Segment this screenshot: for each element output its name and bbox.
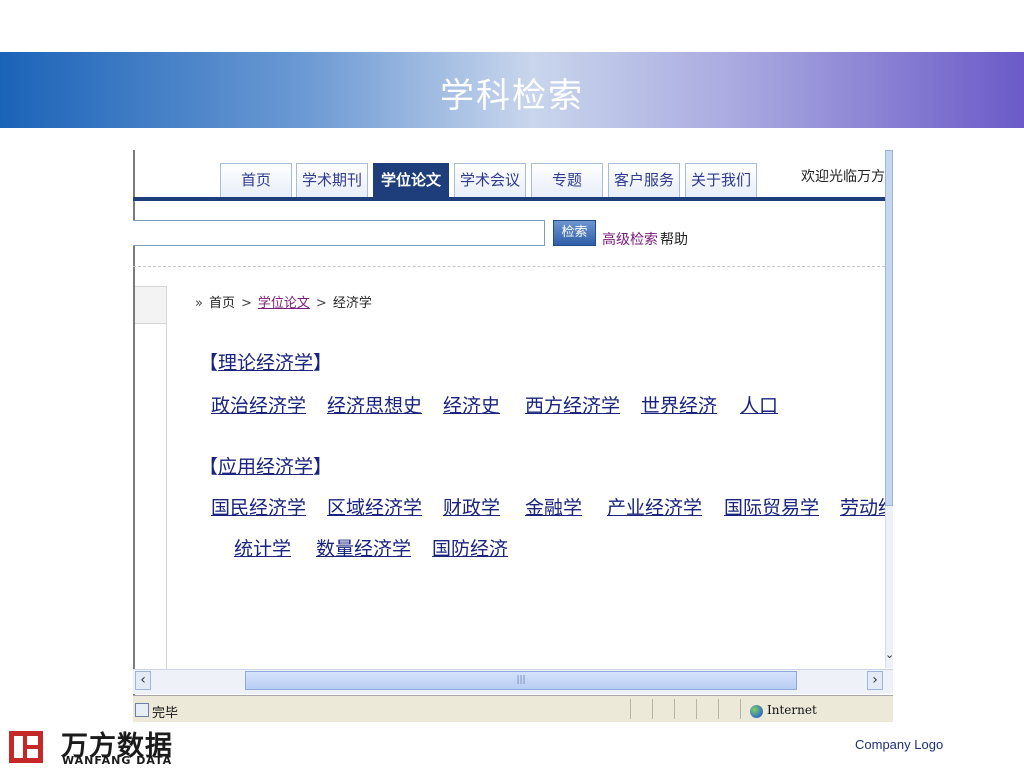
status-separator xyxy=(740,699,741,719)
subject-link[interactable]: 国民经济学 xyxy=(211,493,306,520)
page-done-icon xyxy=(135,703,149,717)
breadcrumb-prefix-icon: » xyxy=(195,296,203,311)
search-button[interactable]: 检索 xyxy=(553,220,596,246)
breadcrumb-separator: > xyxy=(240,296,252,311)
scroll-left-arrow-icon[interactable]: ‹ xyxy=(135,671,151,690)
nav-underline xyxy=(133,197,885,201)
bracket-open: 【 xyxy=(199,456,219,478)
breadcrumb-separator: > xyxy=(315,296,327,311)
left-panel-divider xyxy=(166,286,167,669)
left-panel-header xyxy=(135,286,167,324)
subject-link[interactable]: 国际贸易学 xyxy=(724,493,819,520)
tab-about-us[interactable]: 关于我们 xyxy=(685,163,757,197)
tab-home[interactable]: 首页 xyxy=(220,163,292,197)
subject-link[interactable]: 人口 xyxy=(740,391,778,418)
breadcrumb-theses[interactable]: 学位论文 xyxy=(258,296,310,311)
advanced-search-link[interactable]: 高级检索 xyxy=(602,229,658,249)
vertical-scrollbar-thumb[interactable] xyxy=(885,150,893,506)
welcome-text: 欢迎光临万方数 xyxy=(801,169,893,185)
horizontal-scrollbar-thumb[interactable]: ||| xyxy=(245,671,797,690)
status-text: 完毕 xyxy=(152,706,179,721)
bracket-open: 【 xyxy=(199,352,219,374)
internet-globe-icon xyxy=(750,705,763,718)
category-link[interactable]: 应用经济学 xyxy=(218,456,313,478)
search-input[interactable] xyxy=(133,220,545,246)
company-logo-text: Company Logo xyxy=(855,737,944,752)
bracket-close: 】 xyxy=(313,352,333,374)
category-heading-applied: 【应用经济学】 xyxy=(199,452,332,479)
tab-theses[interactable]: 学位论文 xyxy=(373,163,449,197)
subject-link[interactable]: 数量经济学 xyxy=(316,534,411,561)
breadcrumb: » 首页 > 学位论文 > 经济学 xyxy=(195,292,378,311)
browser-screenshot: 首页 学术期刊 学位论文 学术会议 专题 客户服务 关于我们 欢迎光临万方数 检… xyxy=(133,150,893,722)
logo-wordmark-en: WANFANG DATA xyxy=(62,754,173,767)
subject-link[interactable]: 政治经济学 xyxy=(211,391,306,418)
tab-customer-service[interactable]: 客户服务 xyxy=(608,163,680,197)
tab-journals[interactable]: 学术期刊 xyxy=(296,163,368,197)
help-link[interactable]: 帮助 xyxy=(660,229,688,249)
status-separator xyxy=(718,699,719,719)
breadcrumb-home[interactable]: 首页 xyxy=(209,296,235,311)
tab-conferences[interactable]: 学术会议 xyxy=(454,163,526,197)
category-link[interactable]: 理论经济学 xyxy=(218,352,313,374)
status-separator xyxy=(696,699,697,719)
slide-title-banner: 学科检索 xyxy=(0,52,1024,128)
scroll-down-arrow-icon[interactable]: ⌄ xyxy=(885,648,893,666)
subject-link[interactable]: 经济思想史 xyxy=(327,391,422,418)
subject-link[interactable]: 金融学 xyxy=(525,493,582,520)
breadcrumb-current: 经济学 xyxy=(332,296,372,311)
category-heading-theoretical: 【理论经济学】 xyxy=(199,348,332,375)
subject-link[interactable]: 西方经济学 xyxy=(525,391,620,418)
tab-topics[interactable]: 专题 xyxy=(531,163,603,197)
status-separator xyxy=(652,699,653,719)
subject-link[interactable]: 经济史 xyxy=(443,391,500,418)
subject-link[interactable]: 产业经济学 xyxy=(607,493,702,520)
bracket-close: 】 xyxy=(313,456,333,478)
security-zone-text: Internet xyxy=(767,703,817,717)
subject-link[interactable]: 国防经济 xyxy=(432,534,508,561)
scroll-right-arrow-icon[interactable]: › xyxy=(867,671,883,690)
status-separator xyxy=(674,699,675,719)
subject-link[interactable]: 区域经济学 xyxy=(327,493,422,520)
subject-link[interactable]: 财政学 xyxy=(443,493,500,520)
subject-link[interactable]: 世界经济 xyxy=(641,391,717,418)
wanfang-logo-icon xyxy=(9,731,43,763)
dashed-divider xyxy=(133,266,885,267)
status-separator xyxy=(630,699,631,719)
subject-link[interactable]: 统计学 xyxy=(234,534,291,561)
slide-title: 学科检索 xyxy=(440,76,584,116)
